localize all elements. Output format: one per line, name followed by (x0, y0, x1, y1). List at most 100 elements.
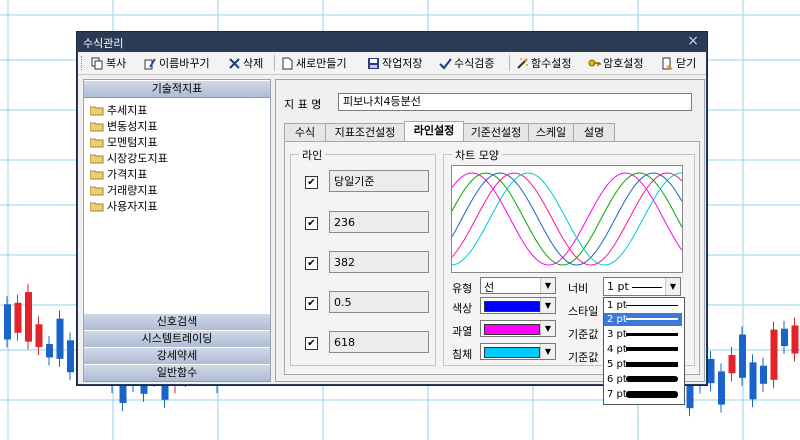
folder-icon (89, 201, 104, 212)
tree-item[interactable]: 거래량지표 (89, 182, 168, 198)
rename-icon (144, 57, 156, 69)
line-name-box[interactable]: 618 (329, 331, 429, 353)
tab-baseline-settings[interactable]: 기준선설정 (463, 123, 529, 141)
new-label: 새로만들기 (296, 57, 347, 70)
candle (67, 340, 74, 373)
tab-scale[interactable]: 스케일 (528, 123, 574, 141)
line-checkbox[interactable]: ✔ (305, 176, 318, 189)
line-checkbox[interactable]: ✔ (305, 257, 318, 270)
system-trading-header[interactable]: 시스템트레이딩 (84, 330, 270, 348)
password-settings-button[interactable]: 암호설정 (588, 55, 643, 71)
tree-item-label: 모멘텀지표 (107, 136, 158, 149)
lines-group-title: 라인 (299, 147, 326, 163)
line-checkbox[interactable]: ✔ (305, 217, 318, 230)
candle (35, 324, 43, 348)
folder-icon (89, 137, 104, 148)
width-option-line (626, 333, 678, 336)
copy-button[interactable]: 복사 (91, 55, 126, 71)
delete-button[interactable]: 삭제 (228, 55, 263, 71)
width-option[interactable]: 5 pt (604, 358, 682, 371)
tab-line-settings[interactable]: 라인설정 (404, 121, 464, 142)
chevron-down-icon[interactable]: ▼ (540, 298, 555, 313)
save-icon (368, 57, 379, 69)
type-value: 선 (484, 281, 495, 294)
color-swatch (484, 301, 540, 312)
indicator-name-input[interactable]: 피보나치4등분선 (338, 93, 692, 111)
line-name-box[interactable]: 0.5 (329, 291, 429, 313)
toolbar-separator (509, 55, 510, 71)
width-option[interactable]: 7 pt (604, 388, 682, 401)
chevron-down-icon[interactable]: ▼ (540, 278, 555, 293)
width-preview-line (632, 287, 662, 288)
candle (46, 344, 53, 358)
candle (791, 325, 799, 354)
line-checkbox[interactable]: ✔ (305, 297, 318, 310)
save-work-label: 작업저장 (382, 57, 423, 70)
bull-bear-header[interactable]: 강세약세 (84, 347, 270, 365)
candle (781, 328, 788, 347)
verify-button[interactable]: 수식검증 (439, 55, 494, 71)
general-functions-header[interactable]: 일반함수 (84, 364, 270, 382)
tree-item[interactable]: 모멘텀지표 (89, 134, 168, 150)
width-option-label: 5 pt (607, 359, 627, 370)
oversold-color-select[interactable]: ▼ (480, 343, 556, 360)
lines-group: 라인 ✔ 당일기준 ✔ 236 ✔ 382 ✔ 0.5 ✔ 618 (290, 147, 436, 366)
chevron-down-icon[interactable]: ▼ (540, 344, 555, 359)
window-title: 수식관리 (83, 37, 124, 50)
rename-button[interactable]: 이름바꾸기 (144, 55, 210, 71)
folder-icon (89, 169, 104, 180)
width-select[interactable]: 1 pt ▼ (603, 277, 681, 296)
overbought-swatch (484, 324, 540, 335)
save-work-button[interactable]: 작업저장 (367, 55, 422, 71)
width-option-label: 2 pt (607, 314, 627, 325)
technical-indicators-header[interactable]: 기술적지표 (84, 80, 270, 98)
tree-item[interactable]: 변동성지표 (89, 118, 168, 134)
close-icon[interactable]: × (687, 33, 699, 49)
delete-label: 삭제 (243, 57, 264, 70)
width-option-line (626, 376, 678, 382)
width-option-label: 4 pt (607, 344, 627, 355)
candle (56, 318, 64, 359)
tab-formula[interactable]: 수식 (284, 123, 326, 141)
width-option-label: 6 pt (607, 374, 627, 385)
signal-search-header[interactable]: 신호검색 (84, 313, 270, 331)
width-option[interactable]: 4 pt (604, 343, 682, 356)
type-select[interactable]: 선 ▼ (480, 277, 556, 294)
tree-item[interactable]: 사용자지표 (89, 198, 168, 214)
candle (718, 371, 725, 405)
preview-wave (452, 172, 682, 266)
chevron-down-icon[interactable]: ▼ (540, 321, 555, 336)
tree-item[interactable]: 가격지표 (89, 166, 168, 182)
chevron-down-icon[interactable]: ▼ (665, 278, 680, 295)
close-label: 닫기 (676, 57, 697, 70)
candle (14, 302, 22, 333)
overbought-color-select[interactable]: ▼ (480, 320, 556, 337)
tree-item-label: 거래량지표 (107, 184, 158, 197)
line-checkbox[interactable]: ✔ (305, 337, 318, 350)
width-option[interactable]: 1 pt (604, 299, 682, 312)
close-button[interactable]: 닫기 (661, 55, 696, 71)
oversold-label: 침체 (452, 348, 473, 361)
tab-description[interactable]: 설명 (573, 123, 615, 141)
line-name-box[interactable]: 236 (329, 211, 429, 233)
toolbar-grip[interactable] (81, 56, 85, 70)
function-settings-button[interactable]: 함수설정 (516, 55, 571, 71)
type-label: 유형 (452, 282, 473, 295)
tree-item[interactable]: 추세지표 (89, 102, 168, 118)
tab-condition-settings[interactable]: 지표조건설정 (325, 123, 405, 141)
new-button[interactable]: 새로만들기 (281, 55, 347, 71)
line-name-box[interactable]: 382 (329, 251, 429, 273)
indicator-tree-panel: 기술적지표 추세지표 변동성지표 모멘텀지표 시장강도지표 가격지표 거래량지표… (83, 79, 271, 382)
tree-item[interactable]: 시장강도지표 (89, 150, 168, 166)
folder-icon (89, 121, 104, 132)
overbought-label: 과열 (452, 325, 473, 338)
title-bar[interactable]: 수식관리 × (77, 32, 707, 52)
width-option-selected[interactable]: 2 pt (604, 313, 682, 326)
width-option[interactable]: 6 pt (604, 373, 682, 386)
color-select[interactable]: ▼ (480, 297, 556, 314)
width-option[interactable]: 3 pt (604, 328, 682, 341)
candle (728, 354, 736, 374)
line-name-box[interactable]: 당일기준 (329, 170, 429, 192)
tree-item-label: 사용자지표 (107, 200, 158, 213)
chart-shape-title: 차트 모양 (452, 147, 502, 163)
